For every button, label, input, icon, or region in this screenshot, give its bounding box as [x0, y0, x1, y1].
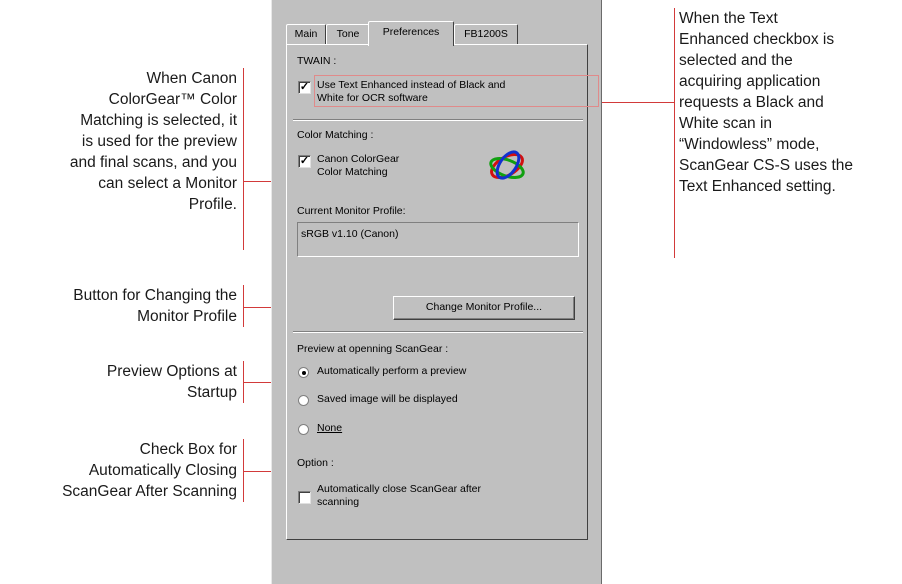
text-enhanced-highlight	[314, 75, 599, 107]
preview-option-saved-radio[interactable]	[298, 395, 309, 406]
auto-close-label-line2: scanning	[317, 496, 360, 508]
callout-line: can select a Monitor	[98, 175, 237, 192]
preview-option-none-radio[interactable]	[298, 424, 309, 435]
callout-line: is used for the preview	[81, 133, 237, 150]
preferences-panel: TWAIN : ✓ Use Text Enhanced instead of B…	[286, 44, 599, 540]
callout-line: Startup	[187, 384, 237, 401]
color-matching-section-label: Color Matching :	[297, 129, 374, 141]
callout-bracket	[243, 68, 244, 250]
callout-color-matching: When Canon ColorGear™ Color Matching is …	[0, 68, 237, 215]
preview-option-auto-label[interactable]: Automatically perform a preview	[317, 365, 466, 377]
preview-option-saved-label[interactable]: Saved image will be displayed	[317, 393, 458, 405]
callout-auto-close: Check Box for Automatically Closing Scan…	[0, 439, 237, 502]
current-profile-label: Current Monitor Profile:	[297, 205, 406, 217]
colorgear-label-line2: Color Matching	[317, 166, 388, 178]
tab-tone[interactable]: Tone	[326, 24, 370, 44]
callout-line: requests a Black and	[679, 94, 824, 111]
callout-change-profile: Button for Changing the Monitor Profile	[0, 285, 237, 327]
auto-close-checkbox[interactable]	[298, 491, 311, 504]
auto-close-label-line1: Automatically close ScanGear after	[317, 483, 481, 495]
current-profile-field: sRGB v1.10 (Canon)	[297, 222, 579, 257]
callout-line: ScanGear After Scanning	[62, 483, 237, 500]
callout-line: Matching is selected, it	[80, 112, 237, 129]
scangear-dialog: Main Tone Preferences FB1200S TWAIN : ✓ …	[271, 0, 602, 584]
preview-option-none-label[interactable]: None	[317, 422, 342, 434]
callout-bracket	[674, 8, 675, 258]
colorgear-logo-icon	[489, 150, 525, 180]
callout-bracket	[243, 285, 244, 327]
preview-option-auto-radio[interactable]	[298, 367, 309, 378]
callout-line: selected and the	[679, 52, 793, 69]
callout-text-enhanced: When the Text Enhanced checkbox is selec…	[679, 8, 902, 197]
colorgear-label[interactable]: Canon ColorGear Color Matching	[317, 153, 399, 179]
colorgear-checkbox[interactable]: ✓	[298, 155, 311, 168]
callout-line: Button for Changing the	[73, 287, 237, 304]
callout-line: acquiring application	[679, 73, 821, 90]
auto-close-label[interactable]: Automatically close ScanGear after scann…	[317, 483, 481, 509]
text-enhanced-checkbox[interactable]: ✓	[298, 81, 311, 94]
tab-main[interactable]: Main	[286, 24, 326, 44]
callout-line: Profile.	[188, 196, 237, 213]
callout-line: and final scans, and you	[69, 154, 237, 171]
callout-line: White scan in	[679, 115, 773, 132]
preview-section-label: Preview at openning ScanGear :	[297, 343, 449, 355]
tab-fb1200s[interactable]: FB1200S	[454, 24, 518, 44]
callout-line: Preview Options at	[106, 363, 237, 380]
callout-line: When the Text	[679, 10, 778, 27]
callout-line: Text Enhanced setting.	[679, 178, 836, 195]
separator	[293, 119, 583, 121]
option-section-label: Option :	[297, 457, 334, 469]
callout-preview-options: Preview Options at Startup	[0, 361, 237, 403]
callout-line: Check Box for	[139, 441, 237, 458]
current-profile-value: sRGB v1.10 (Canon)	[301, 228, 399, 240]
twain-section-label: TWAIN :	[297, 55, 337, 67]
callout-line: ScanGear CS-S uses the	[679, 157, 854, 174]
tab-preferences[interactable]: Preferences	[368, 21, 454, 46]
callout-line: Enhanced checkbox is	[679, 31, 835, 48]
separator	[293, 331, 583, 333]
callout-leader	[598, 102, 674, 103]
callout-line: Automatically Closing	[88, 462, 237, 479]
colorgear-label-line1: Canon ColorGear	[317, 153, 400, 165]
callout-line: Monitor Profile	[137, 308, 237, 325]
change-monitor-profile-button[interactable]: Change Monitor Profile...	[393, 296, 575, 320]
callout-line: When Canon	[146, 70, 237, 87]
callout-line: “Windowless” mode,	[679, 136, 820, 153]
callout-line: ColorGear™ Color	[108, 91, 237, 108]
